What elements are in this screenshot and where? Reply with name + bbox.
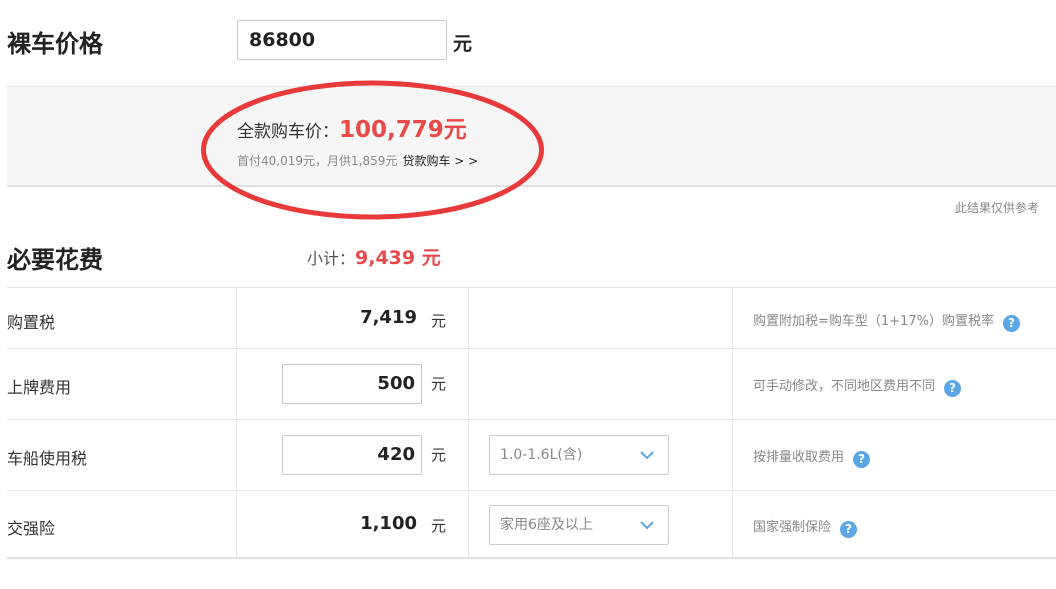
hint-text: 按排量收取费用 xyxy=(753,450,845,465)
seat-type-select[interactable]: 家用6座及以上 xyxy=(489,505,669,545)
question-circle-icon[interactable]: ? xyxy=(840,521,858,538)
table-row: 交强险 1,100 元 家用6座及以上 国家强制保险? xyxy=(7,490,1056,559)
required-costs-title: 必要花费 xyxy=(7,246,103,274)
hint-text: 可手动修改，不同地区费用不同 xyxy=(753,379,936,394)
select-value: 1.0-1.6L(含) xyxy=(500,447,583,463)
bare-price-input[interactable]: 86800 xyxy=(237,20,447,60)
row-unit: 元 xyxy=(431,375,447,393)
question-circle-icon[interactable]: ? xyxy=(853,451,871,468)
subtotal-value: 9,439 元 xyxy=(355,247,441,269)
row-name: 上牌费用 xyxy=(7,378,72,397)
row-name: 购置税 xyxy=(7,313,56,332)
highlight-circle xyxy=(201,80,544,220)
chevron-down-icon xyxy=(640,451,654,460)
row-hint: 可手动修改，不同地区费用不同? xyxy=(753,375,962,397)
question-circle-icon[interactable]: ? xyxy=(1002,315,1020,332)
table-row: 购置税 7,419 元 购置附加税=购车型（1+17%）购置税率? xyxy=(7,287,1056,348)
required-costs-table: 购置税 7,419 元 购置附加税=购车型（1+17%）购置税率? 上牌费用 5… xyxy=(7,287,1056,559)
table-row: 车船使用税 420 元 1.0-1.6L(含) 按排量收取费用? xyxy=(7,419,1056,490)
vehicle-tax-input[interactable]: 420 xyxy=(282,435,422,475)
result-note: 此结果仅供参考 xyxy=(955,201,1040,215)
insurance-value: 1,100 xyxy=(360,513,417,534)
question-circle-icon[interactable]: ? xyxy=(944,380,962,397)
row-hint: 国家强制保险? xyxy=(753,516,858,538)
row-name: 车船使用税 xyxy=(7,449,88,468)
hint-text: 国家强制保险 xyxy=(753,520,832,535)
row-hint: 购置附加税=购车型（1+17%）购置税率? xyxy=(753,310,1020,332)
hint-text: 购置附加税=购车型（1+17%）购置税率 xyxy=(753,314,994,329)
row-unit: 元 xyxy=(431,312,447,330)
subtotal: 小计：9,439 元 xyxy=(307,243,441,270)
plate-fee-input[interactable]: 500 xyxy=(282,364,422,404)
row-unit: 元 xyxy=(431,446,447,464)
bare-price-unit: 元 xyxy=(453,33,473,55)
row-unit: 元 xyxy=(431,517,447,535)
subtotal-label: 小计： xyxy=(307,249,356,268)
chevron-down-icon xyxy=(640,521,654,530)
purchase-tax-value: 7,419 xyxy=(360,307,417,328)
bare-price-title: 裸车价格 xyxy=(7,30,103,58)
displacement-select[interactable]: 1.0-1.6L(含) xyxy=(489,435,669,475)
table-row: 上牌费用 500 元 可手动修改，不同地区费用不同? xyxy=(7,348,1056,419)
row-hint: 按排量收取费用? xyxy=(753,446,871,468)
row-name: 交强险 xyxy=(7,519,56,538)
select-value: 家用6座及以上 xyxy=(500,517,593,533)
